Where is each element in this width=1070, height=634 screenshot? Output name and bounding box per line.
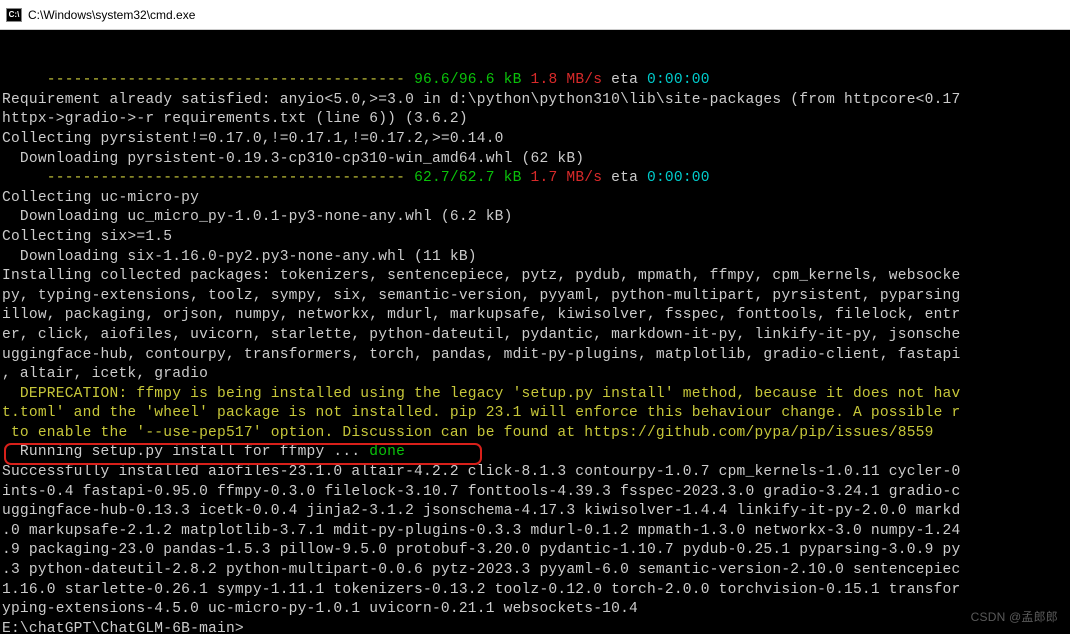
terminal-text-segment: 1.8 MB/s bbox=[531, 72, 603, 88]
terminal-text-segment: to enable the '--use-pep517' option. Dis… bbox=[2, 425, 934, 441]
terminal-line: ----------------------------------------… bbox=[2, 71, 1070, 91]
terminal-text-segment: eta bbox=[602, 72, 647, 88]
terminal-line: Downloading six-1.16.0-py2.py3-none-any.… bbox=[2, 248, 1070, 268]
terminal-line: t.toml' and the 'wheel' package is not i… bbox=[2, 404, 1070, 424]
terminal-line: illow, packaging, orjson, numpy, network… bbox=[2, 306, 1070, 326]
terminal-line: DEPRECATION: ffmpy is being installed us… bbox=[2, 385, 1070, 405]
terminal-text-segment: .0 markupsafe-2.1.2 matplotlib-3.7.1 mdi… bbox=[2, 523, 960, 539]
terminal-line: Collecting pyrsistent!=0.17.0,!=0.17.1,!… bbox=[2, 130, 1070, 150]
terminal-text-segment: ---------------------------------------- bbox=[2, 170, 414, 186]
terminal-text-segment: Downloading uc_micro_py-1.0.1-py3-none-a… bbox=[2, 209, 513, 225]
terminal-line: Downloading pyrsistent-0.19.3-cp310-cp31… bbox=[2, 150, 1070, 170]
terminal-line: Collecting uc-micro-py bbox=[2, 189, 1070, 209]
terminal-line: httpx->gradio->-r requirements.txt (line… bbox=[2, 110, 1070, 130]
terminal-text-segment: .9 packaging-23.0 pandas-1.5.3 pillow-9.… bbox=[2, 542, 960, 558]
terminal-text-segment: DEPRECATION: ffmpy is being installed us… bbox=[2, 386, 960, 402]
terminal-text-segment: Installing collected packages: tokenizer… bbox=[2, 268, 960, 284]
terminal-line: , altair, icetk, gradio bbox=[2, 365, 1070, 385]
terminal-text-segment: Collecting uc-micro-py bbox=[2, 190, 199, 206]
terminal-line: Downloading uc_micro_py-1.0.1-py3-none-a… bbox=[2, 208, 1070, 228]
terminal-line: Collecting six>=1.5 bbox=[2, 228, 1070, 248]
terminal-text-segment: 1.7 MB/s bbox=[531, 170, 603, 186]
terminal-text-segment: Requirement already satisfied: anyio<5.0… bbox=[2, 92, 960, 108]
terminal-line: E:\chatGPT\ChatGLM-6B-main> bbox=[2, 620, 1070, 634]
terminal-line: er, click, aiofiles, uvicorn, starlette,… bbox=[2, 326, 1070, 346]
terminal-text-segment: py, typing-extensions, toolz, sympy, six… bbox=[2, 288, 960, 304]
window-titlebar[interactable]: C:\ C:\Windows\system32\cmd.exe bbox=[0, 0, 1070, 30]
terminal-line: uggingface-hub, contourpy, transformers,… bbox=[2, 346, 1070, 366]
terminal-text-segment: Running setup.py install for ffmpy ... bbox=[2, 444, 369, 460]
terminal-text-segment: ints-0.4 fastapi-0.95.0 ffmpy-0.3.0 file… bbox=[2, 484, 960, 500]
terminal-text-segment: E:\chatGPT\ChatGLM-6B-main> bbox=[2, 621, 244, 634]
terminal-line: yping-extensions-4.5.0 uc-micro-py-1.0.1… bbox=[2, 600, 1070, 620]
terminal-text-segment: 0:00:00 bbox=[647, 170, 710, 186]
terminal-text-segment: illow, packaging, orjson, numpy, network… bbox=[2, 307, 960, 323]
terminal-text-segment: t.toml' and the 'wheel' package is not i… bbox=[2, 405, 960, 421]
terminal-text-segment: 1.16.0 starlette-0.26.1 sympy-1.11.1 tok… bbox=[2, 582, 960, 598]
terminal-text-segment: uggingface-hub, contourpy, transformers,… bbox=[2, 347, 960, 363]
terminal-text-segment bbox=[522, 170, 531, 186]
terminal-text-segment: , altair, icetk, gradio bbox=[2, 366, 208, 382]
terminal-line: .9 packaging-23.0 pandas-1.5.3 pillow-9.… bbox=[2, 541, 1070, 561]
terminal-text-segment: Successfully installed aiofiles-23.1.0 a… bbox=[2, 464, 960, 480]
terminal-text-segment: er, click, aiofiles, uvicorn, starlette,… bbox=[2, 327, 960, 343]
terminal-line: Installing collected packages: tokenizer… bbox=[2, 267, 1070, 287]
terminal-text-segment: .3 python-dateutil-2.8.2 python-multipar… bbox=[2, 562, 960, 578]
terminal-text-segment bbox=[522, 72, 531, 88]
cmd-icon: C:\ bbox=[6, 8, 22, 22]
terminal-line: 1.16.0 starlette-0.26.1 sympy-1.11.1 tok… bbox=[2, 581, 1070, 601]
terminal-text-segment: Downloading pyrsistent-0.19.3-cp310-cp31… bbox=[2, 151, 584, 167]
terminal-text-segment: 0:00:00 bbox=[647, 72, 710, 88]
terminal-text-segment: eta bbox=[602, 170, 647, 186]
terminal-text-segment: Collecting six>=1.5 bbox=[2, 229, 172, 245]
terminal-text-segment: uggingface-hub-0.13.3 icetk-0.0.4 jinja2… bbox=[2, 503, 960, 519]
terminal-text-segment: Downloading six-1.16.0-py2.py3-none-any.… bbox=[2, 249, 477, 265]
window-title: C:\Windows\system32\cmd.exe bbox=[28, 8, 195, 22]
terminal-line: .0 markupsafe-2.1.2 matplotlib-3.7.1 mdi… bbox=[2, 522, 1070, 542]
terminal-text-segment: httpx->gradio->-r requirements.txt (line… bbox=[2, 111, 468, 127]
terminal-line: to enable the '--use-pep517' option. Dis… bbox=[2, 424, 1070, 444]
terminal-line: .3 python-dateutil-2.8.2 python-multipar… bbox=[2, 561, 1070, 581]
terminal-line: ----------------------------------------… bbox=[2, 169, 1070, 189]
terminal-text-segment: 96.6/96.6 kB bbox=[414, 72, 522, 88]
terminal-text-segment: done bbox=[369, 444, 405, 460]
terminal-line: uggingface-hub-0.13.3 icetk-0.0.4 jinja2… bbox=[2, 502, 1070, 522]
terminal-line: py, typing-extensions, toolz, sympy, six… bbox=[2, 287, 1070, 307]
terminal-line: Running setup.py install for ffmpy ... d… bbox=[2, 443, 1070, 463]
terminal-text-segment: 62.7/62.7 kB bbox=[414, 170, 522, 186]
terminal-line: Successfully installed aiofiles-23.1.0 a… bbox=[2, 463, 1070, 483]
terminal-line: ints-0.4 fastapi-0.95.0 ffmpy-0.3.0 file… bbox=[2, 483, 1070, 503]
terminal-text-segment: ---------------------------------------- bbox=[2, 72, 414, 88]
terminal-line: Requirement already satisfied: anyio<5.0… bbox=[2, 91, 1070, 111]
terminal-text-segment: Collecting pyrsistent!=0.17.0,!=0.17.1,!… bbox=[2, 131, 504, 147]
terminal-text-segment: yping-extensions-4.5.0 uc-micro-py-1.0.1… bbox=[2, 601, 638, 617]
terminal-output[interactable]: ----------------------------------------… bbox=[0, 30, 1070, 634]
